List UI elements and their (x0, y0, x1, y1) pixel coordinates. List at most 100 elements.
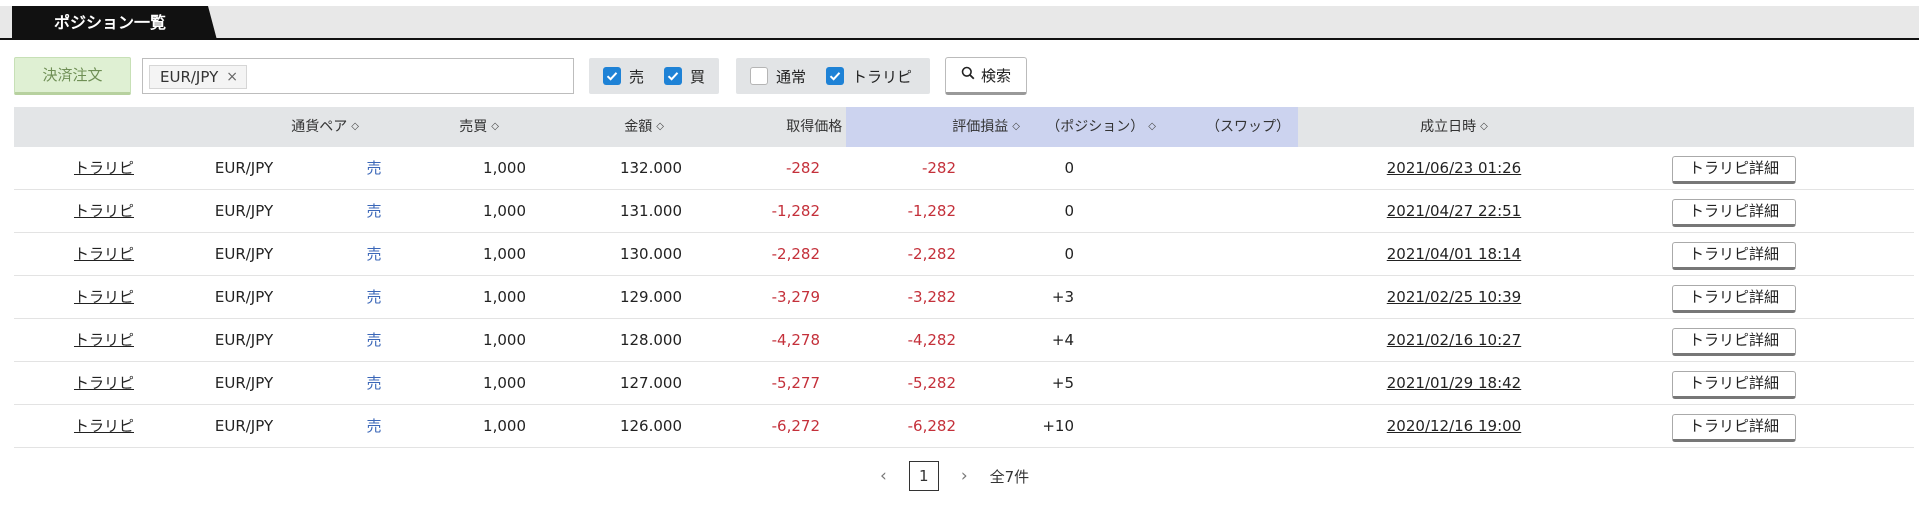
pagination: ‹ 1 › 全7件 (880, 460, 1029, 492)
tab-bar: ポジション一覧 (0, 6, 1919, 40)
swap-cell: +5 (1051, 374, 1074, 392)
table-row: トラリピ EUR/JPY 売 1,000 127.000 -5,277 -5,282 +5 20… (14, 362, 1914, 405)
checkbox-sell[interactable]: 売 (603, 66, 644, 87)
swap-cell: 0 (1064, 245, 1074, 263)
amount-cell: 1,000 (483, 202, 526, 220)
currency-filter-input[interactable]: EUR/JPY × (142, 58, 574, 94)
checkbox-trap-repeat[interactable]: トラリピ (826, 66, 912, 87)
table-row: トラリピ EUR/JPY 売 1,000 130.000 -2,282 -2,282 0 202… (14, 233, 1914, 276)
type-link[interactable]: トラリピ (54, 147, 154, 190)
header-side[interactable]: 売買 ◇ (414, 107, 499, 147)
trap-repeat-detail-button[interactable]: トラリピ詳細 (1672, 156, 1796, 184)
pair-cell: EUR/JPY (214, 331, 274, 349)
table-row: トラリピ EUR/JPY 売 1,000 128.000 -4,278 -4,282 +4 20… (14, 319, 1914, 362)
header-amount[interactable]: 金額 ◇ (574, 107, 664, 147)
checkbox-buy[interactable]: 買 (664, 66, 705, 87)
checkbox-label: 通常 (776, 67, 807, 86)
datetime-link[interactable]: 2021/06/23 01:26 (1354, 147, 1554, 190)
checkbox-checked-icon (826, 67, 845, 85)
side-cell: 売 (366, 417, 382, 435)
datetime-link[interactable]: 2021/02/16 10:27 (1354, 319, 1554, 362)
amount-cell: 1,000 (483, 245, 526, 263)
price-cell: 132.000 (619, 159, 682, 177)
positions-table: 通貨ペア◇ 売買◇ 金額◇ 取得価格◇ 評価損益◇ （ポジション）◇ （スワップ… (14, 107, 1914, 448)
position-cell: -2,282 (907, 245, 956, 263)
settle-order-button[interactable]: 決済注文 (14, 57, 131, 95)
swap-cell: +4 (1051, 331, 1074, 349)
swap-cell: 0 (1064, 202, 1074, 220)
position-cell: -282 (921, 159, 956, 177)
table-row: トラリピ EUR/JPY 売 1,000 129.000 -3,279 -3,282 +3 20… (14, 276, 1914, 319)
pair-cell: EUR/JPY (214, 159, 274, 177)
pnl-cell: -4,278 (771, 331, 820, 349)
header-pnl[interactable]: 評価損益 ◇ (846, 107, 1026, 147)
next-page-icon[interactable]: › (961, 466, 968, 486)
checkbox-checked-icon (603, 67, 621, 85)
checkbox-normal[interactable]: 通常 (750, 66, 806, 87)
table-row: トラリピ EUR/JPY 売 1,000 132.000 -282 -282 0 2021/06… (14, 147, 1914, 190)
side-cell: 売 (366, 202, 382, 220)
header-position[interactable]: （ポジション） ◇ (1026, 107, 1162, 147)
header-pair[interactable]: 通貨ペア ◇ (244, 107, 359, 147)
datetime-link[interactable]: 2020/12/16 19:00 (1354, 405, 1554, 448)
trap-repeat-detail-button[interactable]: トラリピ詳細 (1672, 328, 1796, 356)
header-swap: （スワップ） (1162, 107, 1298, 147)
datetime-link[interactable]: 2021/01/29 18:42 (1354, 362, 1554, 405)
amount-cell: 1,000 (483, 288, 526, 306)
pnl-cell: -1,282 (771, 202, 820, 220)
swap-cell: 0 (1064, 159, 1074, 177)
filter-tag-label: EUR/JPY (160, 68, 219, 86)
price-cell: 128.000 (619, 331, 682, 349)
position-cell: -6,282 (907, 417, 956, 435)
pnl-cell: -6,272 (771, 417, 820, 435)
pnl-cell: -3,279 (771, 288, 820, 306)
type-link[interactable]: トラリピ (54, 190, 154, 233)
datetime-link[interactable]: 2021/02/25 10:39 (1354, 276, 1554, 319)
header-datetime[interactable]: 成立日時 ◇ (1354, 107, 1554, 147)
position-cell: -4,282 (907, 331, 956, 349)
sort-icon: ◇ (1012, 121, 1020, 132)
table-body: トラリピ EUR/JPY 売 1,000 132.000 -282 -282 0 2021/06… (14, 147, 1914, 448)
table-row: トラリピ EUR/JPY 売 1,000 126.000 -6,272 -6,282 +10 2… (14, 405, 1914, 448)
side-filter-group: 売 買 (589, 58, 719, 94)
trap-repeat-detail-button[interactable]: トラリピ詳細 (1672, 414, 1796, 442)
trap-repeat-detail-button[interactable]: トラリピ詳細 (1672, 285, 1796, 313)
pair-cell: EUR/JPY (214, 288, 274, 306)
price-cell: 126.000 (619, 417, 682, 435)
datetime-link[interactable]: 2021/04/27 22:51 (1354, 190, 1554, 233)
pair-cell: EUR/JPY (214, 417, 274, 435)
header-price[interactable]: 取得価格◇ (744, 107, 854, 147)
type-link[interactable]: トラリピ (54, 233, 154, 276)
sort-icon: ◇ (1148, 121, 1156, 132)
tag-remove-icon[interactable]: × (226, 66, 238, 88)
side-cell: 売 (366, 159, 382, 177)
position-cell: -1,282 (907, 202, 956, 220)
pnl-cell: -2,282 (771, 245, 820, 263)
pair-cell: EUR/JPY (214, 374, 274, 392)
amount-cell: 1,000 (483, 159, 526, 177)
trap-repeat-detail-button[interactable]: トラリピ詳細 (1672, 199, 1796, 227)
page-number-current[interactable]: 1 (908, 461, 939, 491)
swap-cell: +10 (1042, 417, 1074, 435)
trap-repeat-detail-button[interactable]: トラリピ詳細 (1672, 242, 1796, 270)
price-cell: 131.000 (619, 202, 682, 220)
search-button[interactable]: 検索 (945, 57, 1027, 95)
type-link[interactable]: トラリピ (54, 319, 154, 362)
tab-position-list[interactable]: ポジション一覧 (12, 6, 217, 40)
type-link[interactable]: トラリピ (54, 405, 154, 448)
price-cell: 129.000 (619, 288, 682, 306)
swap-cell: +3 (1051, 288, 1074, 306)
sort-icon: ◇ (1480, 121, 1488, 132)
datetime-link[interactable]: 2021/04/01 18:14 (1354, 233, 1554, 276)
toolbar: 決済注文 EUR/JPY × 売 買 通常 トラリピ 検索 (14, 57, 1914, 97)
trap-repeat-detail-button[interactable]: トラリピ詳細 (1672, 371, 1796, 399)
type-link[interactable]: トラリピ (54, 276, 154, 319)
side-cell: 売 (366, 245, 382, 263)
amount-cell: 1,000 (483, 417, 526, 435)
amount-cell: 1,000 (483, 331, 526, 349)
pnl-cell: -5,277 (771, 374, 820, 392)
checkbox-label: 売 (629, 67, 645, 86)
type-link[interactable]: トラリピ (54, 362, 154, 405)
sort-icon: ◇ (351, 121, 359, 132)
prev-page-icon[interactable]: ‹ (880, 466, 887, 486)
